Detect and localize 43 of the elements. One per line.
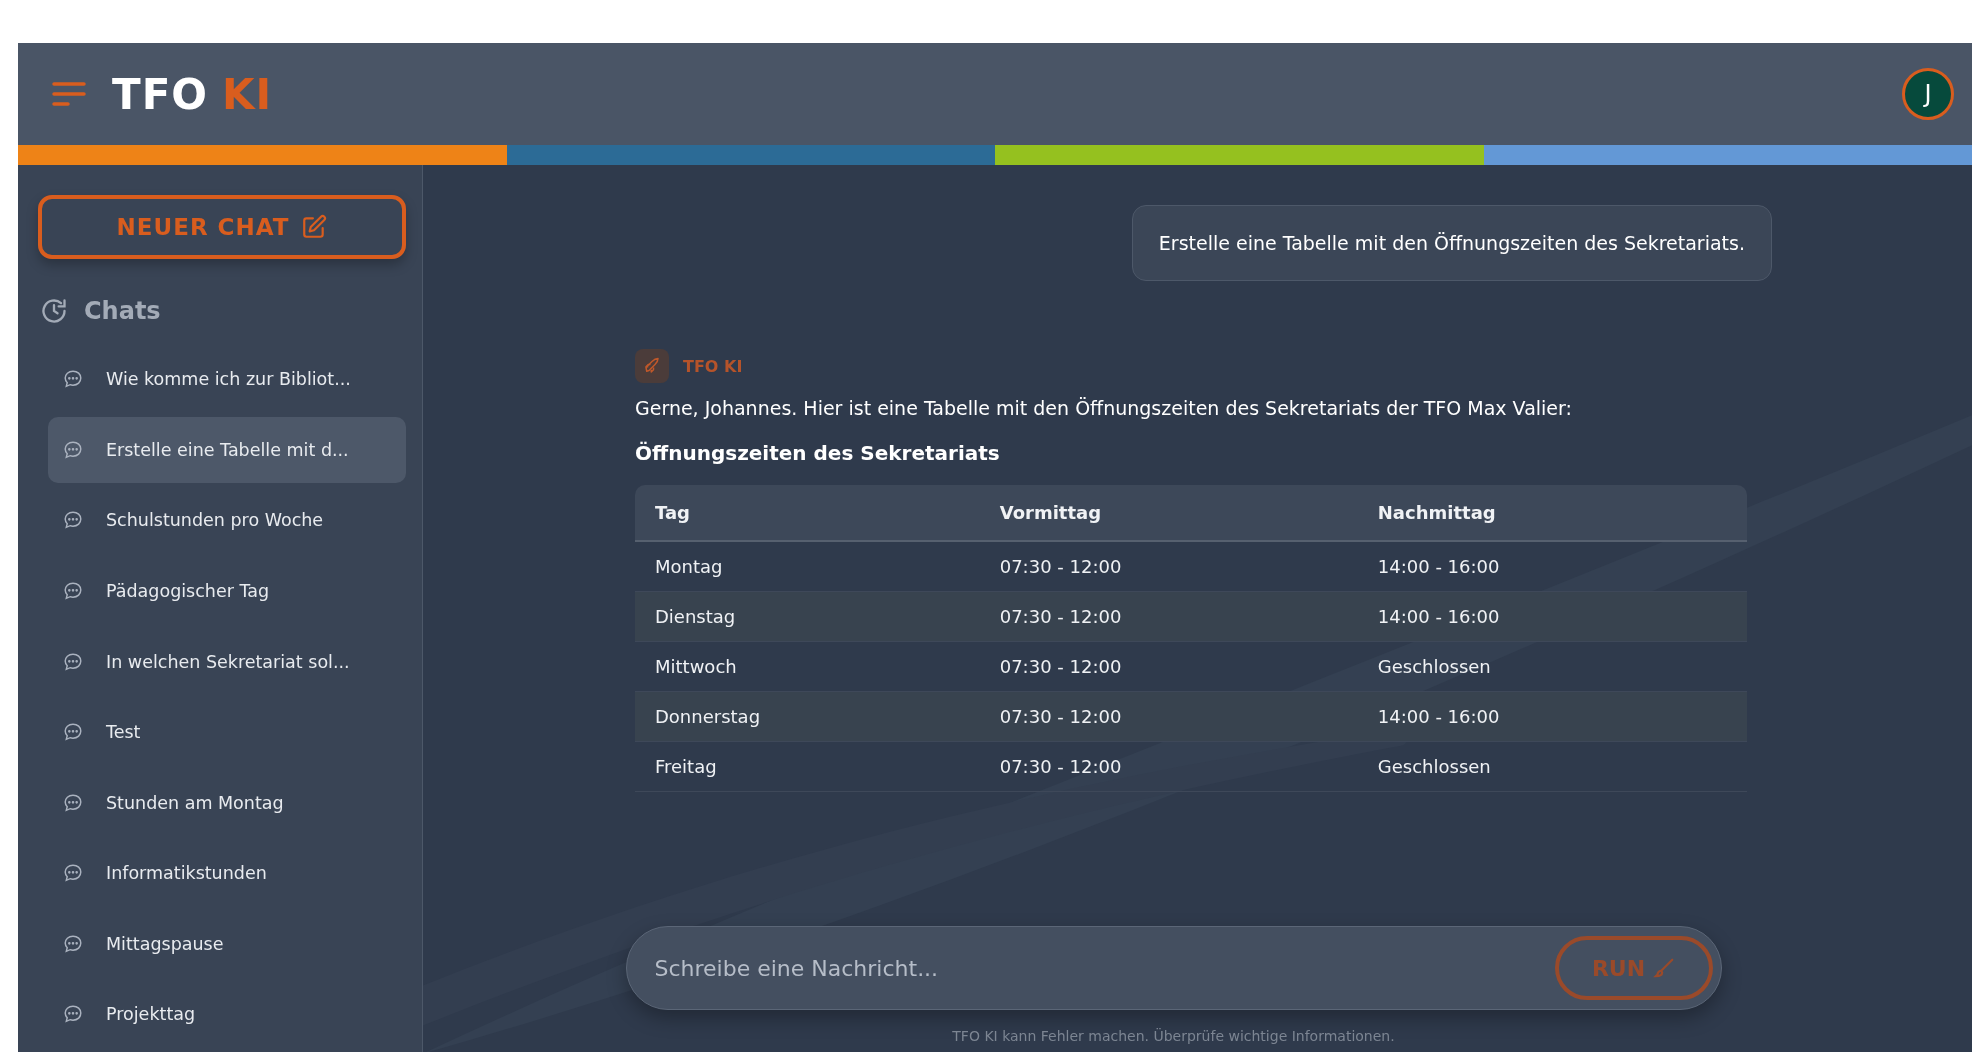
chat-history-item[interactable]: In welchen Sekretariat sol... [48, 628, 406, 695]
chat-bubble-icon [62, 580, 84, 602]
table-cell: Freitag [635, 741, 980, 792]
brush-icon [1653, 957, 1676, 979]
table-cell: 07:30 - 12:00 [979, 741, 1358, 792]
table-cell: Dienstag [635, 591, 980, 642]
section-title: Chats [84, 296, 161, 325]
table-cell: Donnerstag [635, 691, 980, 742]
column-header: Nachmittag [1357, 485, 1747, 541]
chat-history-item[interactable]: Pädagogischer Tag [48, 558, 406, 624]
table-heading: Öffnungszeiten des Sekretariats [635, 441, 1001, 465]
table-cell: 07:30 - 12:00 [979, 591, 1358, 642]
edit-icon [301, 213, 328, 240]
table-cell: Geschlossen [1357, 741, 1747, 792]
chat-history-item[interactable]: Test [48, 699, 406, 765]
user-message: Erstelle eine Tabelle mit den Öffnungszeiten des Sekretariats. [1131, 205, 1772, 281]
chat-history-item[interactable]: Mittagspause [48, 910, 406, 977]
chat-history-item[interactable]: Wie komme ich zur Bibliot... [48, 346, 406, 413]
chat-history-item[interactable]: Stunden am Montag [48, 769, 406, 836]
menu-icon[interactable] [52, 81, 86, 107]
table-cell: Montag [635, 541, 980, 592]
table-cell: 14:00 - 16:00 [1357, 691, 1747, 742]
logo-accent-text: KI [222, 69, 273, 119]
user-avatar[interactable]: J [1902, 68, 1954, 120]
assistant-message: Gerne, Johannes. Hier ist eine Tabelle mit den Öffnungszeiten des Sekretariats der TFO Max Valier: [635, 397, 1573, 419]
table-cell: 14:00 - 16:00 [1357, 591, 1747, 642]
table-cell: 07:30 - 12:00 [979, 641, 1358, 692]
assistant-name: TFO KI [683, 356, 743, 376]
history-icon [40, 296, 68, 325]
table-cell: Mittwoch [635, 641, 980, 692]
column-header: Vormittag [979, 485, 1358, 541]
chat-history-item[interactable]: Projekttag [48, 981, 406, 1047]
table-cell: 07:30 - 12:00 [979, 691, 1358, 742]
logo-text: TFO [112, 69, 209, 119]
rocket-icon [635, 349, 669, 383]
chat-history-item[interactable]: Schulstunden pro Woche [48, 487, 406, 554]
table-cell: 14:00 - 16:00 [1357, 541, 1747, 592]
table-cell: 07:30 - 12:00 [979, 541, 1358, 592]
chat-history-item[interactable]: Erstelle eine Tabelle mit d... [48, 417, 406, 483]
chat-history-item[interactable]: Informatikstunden [48, 840, 406, 906]
table-cell: Geschlossen [1357, 641, 1747, 692]
disclaimer-text: TFO KI kann Fehler machen. Überprüfe wichtige Informationen. [952, 1028, 1395, 1044]
column-header: Tag [635, 485, 980, 541]
